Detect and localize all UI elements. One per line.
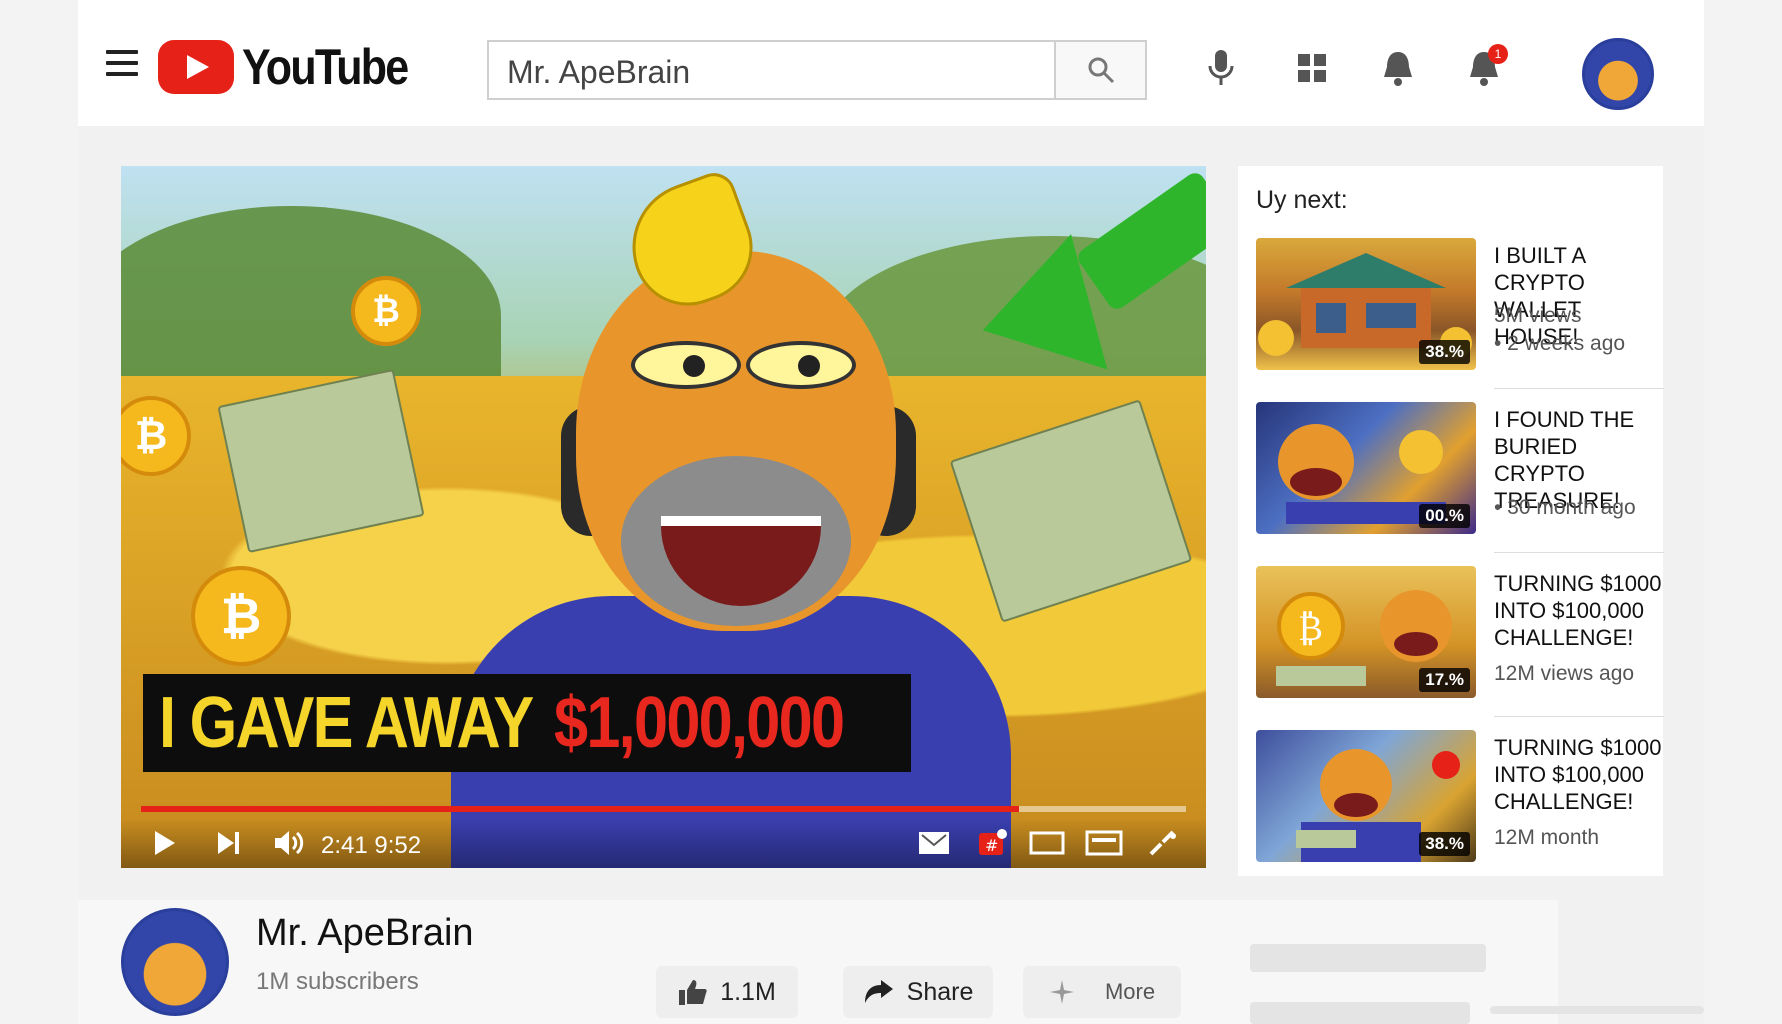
share-label: Share [906,977,974,1006]
apps-grid-icon[interactable] [1292,48,1332,88]
recommended-video[interactable]: 38.% TURNING $1000 INTO $100,000 CHALLEN… [1256,730,1662,865]
loading-placeholder [1250,1002,1470,1024]
like-button[interactable]: 1.1M [656,966,798,1018]
loading-placeholder [1490,1006,1704,1014]
progress-fill [141,806,1019,812]
channel-avatar[interactable] [121,908,229,1016]
microphone-icon[interactable] [1201,48,1241,88]
youtube-logo[interactable]: YouTube [158,38,434,96]
share-button[interactable]: Share [843,966,993,1018]
volume-icon[interactable] [273,828,305,858]
subscriber-count: 1M subscribers [256,968,419,995]
play-icon[interactable] [153,828,177,858]
duration-badge: 38.% [1419,832,1470,856]
recommended-thumbnail[interactable]: ₿ 17.% [1256,566,1476,698]
theater-mode-icon[interactable] [1029,828,1065,858]
character-eye [746,341,856,389]
youtube-play-logo-icon [158,40,234,94]
thumbnail-banner: I GAVE AWAY $1,000,000 [143,674,911,772]
more-button[interactable]: More [1023,966,1181,1018]
duration-badge: 00.% [1419,504,1470,528]
recommended-views: 12M month [1494,826,1600,849]
duration-badge: 38.% [1419,340,1470,364]
cast-icon[interactable] [1085,828,1123,858]
recommended-age: • 2 weeks ago [1494,332,1626,355]
share-arrow-icon [864,980,893,1003]
bell-icon[interactable] [1378,48,1418,88]
recommended-thumbnail[interactable]: 00.% [1256,402,1476,534]
recommended-views: 12M views ago [1494,662,1635,685]
thumbs-up-icon [679,980,707,1005]
top-header: YouTube Mr. ApeBrain 1 [78,0,1704,126]
bitcoin-coin-icon: ₿ [351,276,421,346]
recommended-views: 5M views [1494,304,1582,327]
divider [1494,552,1664,553]
time-display: 2:41 9:52 [321,832,421,860]
notification-badge: 1 [1488,44,1508,64]
recommended-video[interactable]: 00.% I FOUND THE BURIED CRYPTO TREASURE!… [1256,402,1656,537]
search-button[interactable] [1054,40,1147,100]
more-label: More [1104,979,1156,1004]
svg-text:#: # [985,836,998,855]
divider [1494,716,1664,717]
recommended-title[interactable]: TURNING $1000 INTO $100,000 CHALLENGE! [1494,734,1669,815]
sparkle-icon [1049,980,1074,1004]
settings-badge-icon[interactable]: # [977,828,1007,858]
next-icon[interactable] [216,828,242,858]
user-avatar[interactable] [1582,38,1654,110]
up-next-heading: Uy next: [1256,186,1348,214]
up-next-sidebar: Uy next: 38.% I BUILT A CRYPTO WALLET HO… [1238,166,1664,876]
hamburger-menu-icon[interactable] [106,50,138,78]
video-progress-bar[interactable] [141,806,1186,812]
bitcoin-coin-icon: ₿ [191,566,291,666]
divider [1494,388,1664,389]
recommended-age: • 30 month ago [1494,496,1636,519]
banner-text-red: $1,000,000 [554,683,845,763]
time-current: 2:41 [321,832,368,859]
search-icon [1088,57,1114,84]
recommended-thumbnail[interactable]: 38.% [1256,238,1476,370]
time-total: 9:52 [374,832,422,859]
player-controls: 2:41 9:52 # [121,818,1206,868]
banner-text-yellow: I GAVE AWAY [159,683,534,763]
loading-placeholder [1250,944,1486,972]
logo-text: YouTube [242,39,409,95]
video-player[interactable]: ₿ ₿ ₿ I GAVE AWAY $1,000,000 2:41 9:52 # [121,166,1206,868]
svg-text:₿: ₿ [1298,608,1323,649]
notifications-icon[interactable]: 1 [1464,44,1508,88]
recommended-video[interactable]: 38.% I BUILT A CRYPTO WALLET HOUSE! 5M v… [1256,238,1656,373]
recommended-title[interactable]: TURNING $1000 INTO $100,000 CHALLENGE! [1494,570,1669,651]
duration-badge: 17.% [1419,668,1470,692]
character-eye [631,341,741,389]
fullscreen-icon[interactable] [1147,828,1177,858]
miniplayer-icon[interactable] [918,828,950,858]
like-count: 1.1M [720,977,776,1006]
recommended-video[interactable]: ₿ 17.% TURNING $1000 INTO $100,000 CHALL… [1256,566,1662,701]
search-input[interactable]: Mr. ApeBrain [487,40,1054,100]
recommended-thumbnail[interactable]: 38.% [1256,730,1476,862]
channel-name[interactable]: Mr. ApeBrain [256,912,474,955]
